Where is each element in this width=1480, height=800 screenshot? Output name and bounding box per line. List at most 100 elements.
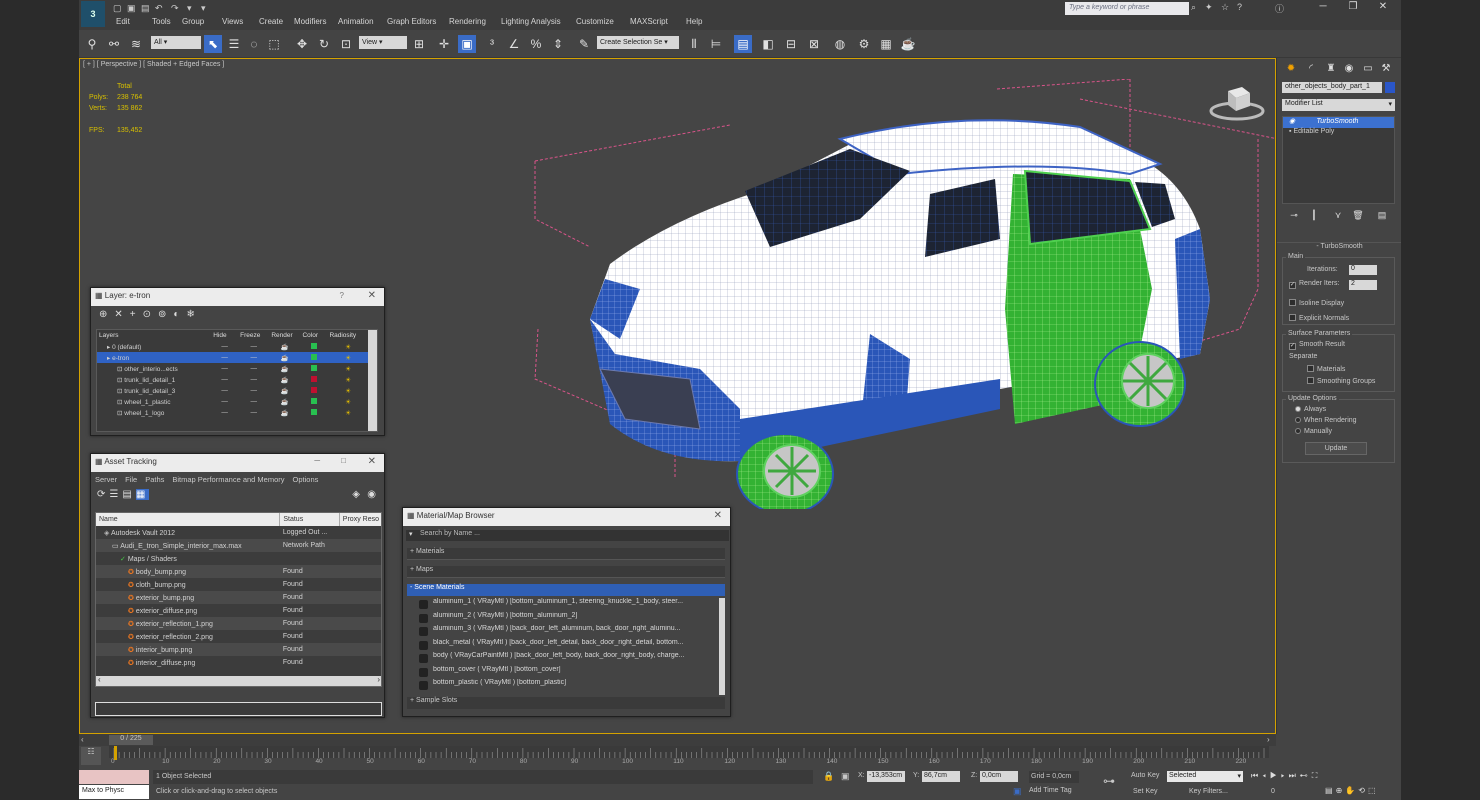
update-when-rendering-row[interactable]: When Rendering (1295, 417, 1357, 424)
asset-maximize-icon[interactable]: □ (341, 456, 346, 465)
render-toggle-icon[interactable]: ☕ (281, 399, 289, 406)
menu-rendering[interactable]: Rendering (449, 17, 486, 26)
scene-material-item[interactable]: black_metal ( VRayMtl ) [back_door_left_… (407, 639, 719, 653)
motion-tab-icon[interactable]: ◉ (1340, 60, 1358, 78)
pan-icon[interactable]: ✋ (1345, 786, 1358, 795)
timeline-track[interactable] (109, 746, 1269, 768)
isoline-display-checkbox[interactable] (1289, 299, 1296, 306)
menu-modifiers[interactable]: Modifiers (294, 17, 326, 26)
radiosity-toggle-icon[interactable]: ☀ (345, 377, 351, 384)
freeze-toggle-icon[interactable]: — (250, 343, 257, 350)
render-toggle-icon[interactable]: ☕ (281, 377, 289, 384)
scene-explorer-icon[interactable]: ▤ (734, 35, 752, 53)
maximize-viewport-icon[interactable]: ⬚ (1368, 786, 1379, 795)
scene-material-item[interactable]: aluminum_2 ( VRayMtl ) [bottom_aluminum_… (407, 612, 719, 626)
transform-mode-icon[interactable]: ▣ (841, 771, 850, 782)
explicit-normals-checkbox[interactable] (1289, 314, 1296, 321)
save-file-icon[interactable]: ▤ (141, 3, 151, 14)
curve-editor-icon[interactable]: ⊟ (782, 35, 800, 53)
stack-item-turbosmooth[interactable]: ◉ TurboSmooth (1283, 117, 1394, 128)
asset-menu-paths[interactable]: Paths (145, 475, 164, 484)
hide-toggle-icon[interactable]: — (221, 354, 228, 361)
layer-explorer-icon[interactable]: ◧ (759, 35, 777, 53)
material-options-icon[interactable]: ▾ (409, 530, 413, 538)
asset-column-status[interactable]: Status (279, 513, 340, 526)
prev-key-icon[interactable]: ◂ (1262, 771, 1270, 780)
keyboard-shortcut-override-icon[interactable]: ▣ (458, 35, 476, 53)
scene-materials-section[interactable]: - Scene Materials (407, 584, 725, 596)
asset-list-view-icon[interactable]: ☰ (109, 489, 122, 500)
menu-maxscript[interactable]: MAXScript (630, 17, 668, 26)
go-to-start-icon[interactable]: ⏮ (1251, 771, 1262, 780)
hide-toggle-icon[interactable]: — (221, 365, 228, 372)
material-search-input[interactable]: ▾ Search by Name ... (406, 530, 729, 541)
freeze-toggle-icon[interactable]: — (250, 387, 257, 394)
iterations-spinner[interactable]: 0 (1349, 265, 1377, 275)
render-toggle-icon[interactable]: ☕ (281, 366, 289, 373)
asset-tracking-titlebar[interactable]: ▦ Asset Tracking ─ □ ✕ (91, 454, 384, 472)
create-tab-icon[interactable]: ✹ (1282, 60, 1300, 78)
key-mode-toggle-icon[interactable]: ⊷ (1300, 771, 1312, 780)
scene-material-item[interactable]: body ( VRayCarPaintMtl ) [back_door_left… (407, 652, 719, 666)
asset-refresh-icon[interactable]: ⟳ (97, 489, 109, 500)
menu-graph-editors[interactable]: Graph Editors (387, 17, 436, 26)
asset-column-name[interactable]: Name (96, 513, 281, 526)
radiosity-toggle-icon[interactable]: ☀ (345, 344, 351, 351)
render-toggle-icon[interactable]: ☕ (281, 355, 289, 362)
menu-animation[interactable]: Animation (338, 17, 374, 26)
layer-row[interactable]: ⊡ wheel_1_logo — — ☕ ☀ (97, 407, 369, 418)
selection-region-icon[interactable]: ◌ (245, 35, 263, 53)
explicit-normals-row[interactable]: Explicit Normals (1289, 314, 1349, 322)
zoom-icon[interactable]: ⊕ (1336, 786, 1346, 795)
asset-menu-options[interactable]: Options (293, 475, 319, 484)
layer-color-swatch[interactable] (310, 375, 317, 382)
material-browser-close-icon[interactable]: ✕ (714, 510, 722, 521)
separate-smoothing-row[interactable]: Smoothing Groups (1307, 377, 1375, 385)
hide-toggle-icon[interactable]: — (221, 376, 228, 383)
scene-material-item[interactable]: bottom_plastic ( VRayMtl ) [bottom_plast… (407, 679, 719, 693)
select-in-layer-icon[interactable]: ⊙ (143, 309, 158, 320)
open-file-icon[interactable]: ▣ (127, 3, 137, 14)
sample-slots-section[interactable]: + Sample Slots (407, 697, 725, 709)
asset-row[interactable]: ✪ exterior_reflection_1.png Found (96, 617, 381, 630)
render-iters-checkbox[interactable]: ✓ (1289, 282, 1296, 289)
angle-snap-icon[interactable]: ∠ (505, 35, 523, 53)
layer-column-radiosity[interactable]: Radiosity (327, 330, 369, 341)
menu-lighting-analysis[interactable]: Lighting Analysis (501, 17, 561, 26)
isoline-display-row[interactable]: Isoline Display (1289, 299, 1344, 307)
layer-row[interactable]: ⊡ trunk_lid_detail_1— — ☕ ☀ (97, 374, 369, 385)
select-object-icon[interactable]: ⬉ (204, 35, 222, 53)
time-slider-handle[interactable]: 0 / 225 (109, 735, 153, 745)
render-toggle-icon[interactable]: ☕ (281, 344, 289, 351)
asset-minimize-icon[interactable]: ─ (314, 456, 320, 465)
selection-filter-dropdown[interactable]: All ▾ (151, 36, 201, 49)
update-button[interactable]: Update (1305, 442, 1367, 455)
show-end-result-icon[interactable]: ┃ (1305, 206, 1323, 224)
favorites-star-icon[interactable]: ☆ (1221, 2, 1231, 13)
zoom-extents-icon[interactable]: ⛶ (1312, 771, 1322, 780)
delete-layer-icon[interactable]: ✕ (114, 309, 129, 320)
hide-toggle-icon[interactable]: — (221, 387, 228, 394)
y-coord-field[interactable]: 86,7cm (922, 771, 960, 782)
align-icon[interactable]: ⊨ (707, 35, 725, 53)
scale-icon[interactable]: ⊡ (337, 35, 355, 53)
close-button[interactable]: ✕ (1371, 1, 1395, 15)
scene-material-item[interactable]: aluminum_3 ( VRayMtl ) [back_door_left_a… (407, 625, 719, 639)
key-filters-button[interactable]: Key Filters... (1187, 787, 1243, 798)
separate-materials-row[interactable]: Materials (1307, 365, 1345, 373)
asset-row[interactable]: ✪ cloth_bump.png Found (96, 578, 381, 591)
freeze-toggle-icon[interactable]: — (250, 354, 257, 361)
key-mode-dropdown[interactable]: Selected ▾ (1167, 771, 1243, 782)
scene-material-item[interactable]: bottom_cover ( VRayMtl ) [bottom_cover] (407, 666, 719, 680)
undo-icon[interactable]: ↶ (155, 3, 165, 14)
new-file-icon[interactable]: ▢ (113, 3, 123, 14)
menu-edit[interactable]: Edit (116, 17, 130, 26)
radiosity-toggle-icon[interactable]: ☀ (345, 388, 351, 395)
layer-color-swatch[interactable] (310, 342, 317, 349)
communication-center-icon[interactable]: ✦ (1205, 2, 1215, 13)
render-production-icon[interactable]: ☕ (899, 35, 917, 53)
freeze-toggle-icon[interactable]: — (250, 365, 257, 372)
display-tab-icon[interactable]: ▭ (1359, 60, 1377, 78)
update-manually-row[interactable]: Manually (1295, 428, 1332, 435)
schematic-view-icon[interactable]: ⊠ (805, 35, 823, 53)
